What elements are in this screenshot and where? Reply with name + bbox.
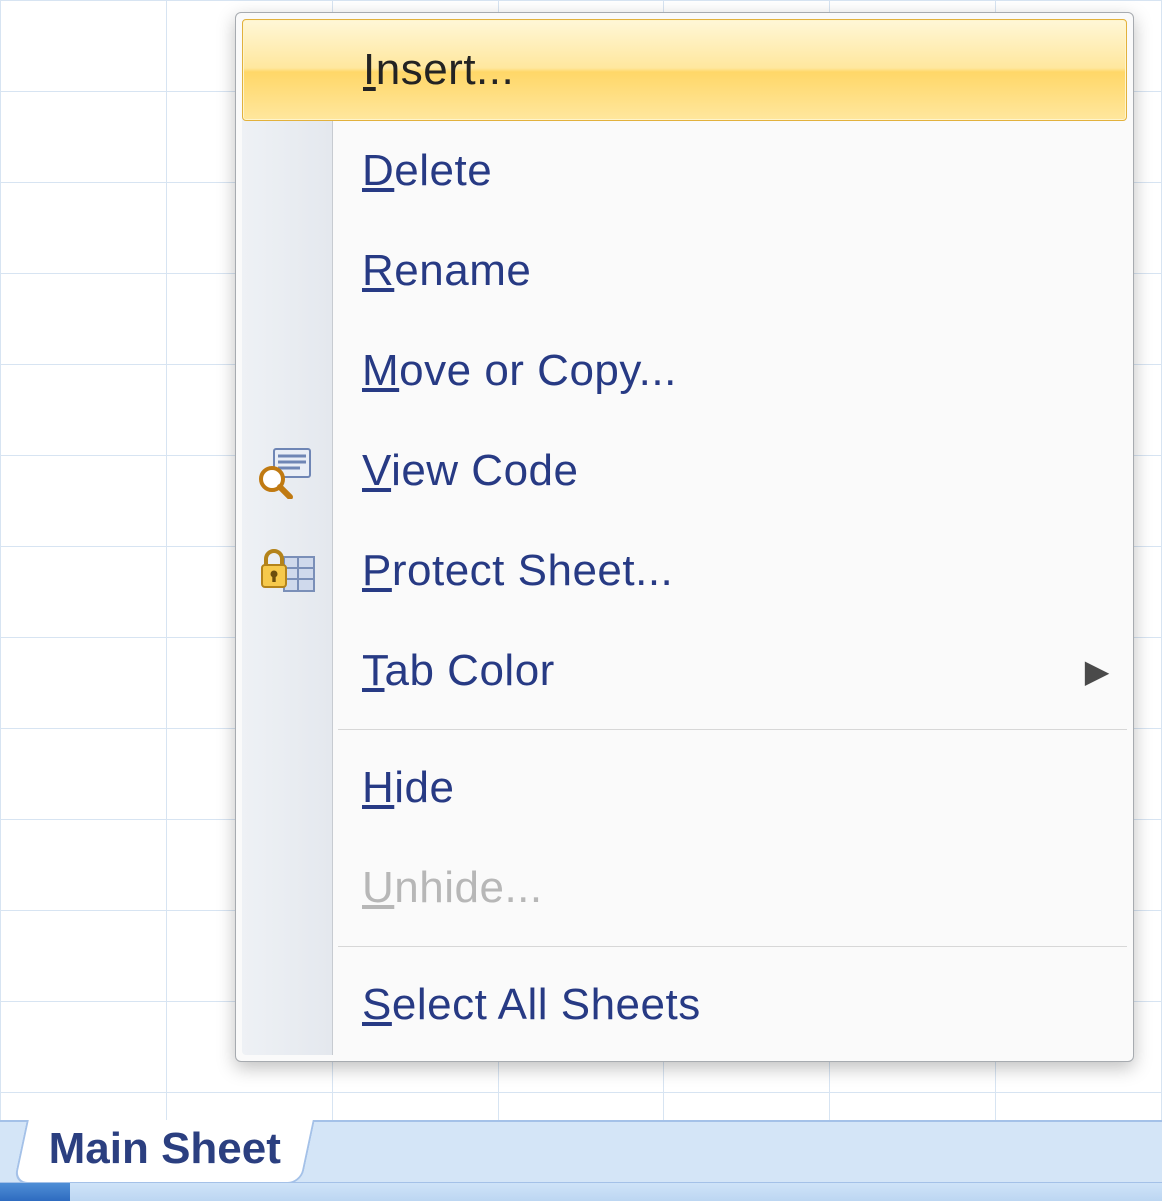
menu-item-label: Select All Sheets bbox=[332, 980, 1067, 1030]
menu-item-delete[interactable]: Delete bbox=[242, 121, 1127, 221]
menu-separator bbox=[338, 729, 1127, 730]
menu-item-label: Insert... bbox=[333, 45, 1066, 95]
menu-item-label: Protect Sheet... bbox=[332, 546, 1067, 596]
menu-item-hide[interactable]: Hide bbox=[242, 738, 1127, 838]
menu-item-unhide: Unhide... bbox=[242, 838, 1127, 938]
menu-item-label: Rename bbox=[332, 246, 1067, 296]
menu-item-move[interactable]: Move or Copy... bbox=[242, 321, 1127, 421]
sheet-tab-main[interactable]: Main Sheet bbox=[13, 1120, 315, 1184]
menu-item-label: Unhide... bbox=[332, 863, 1067, 913]
menu-item-selall[interactable]: Select All Sheets bbox=[242, 955, 1127, 1055]
protect-icon bbox=[242, 543, 332, 599]
status-bar bbox=[0, 1182, 1162, 1201]
menu-item-rename[interactable]: Rename bbox=[242, 221, 1127, 321]
menu-item-protect[interactable]: Protect Sheet... bbox=[242, 521, 1127, 621]
sheet-tab-bar: Main Sheet bbox=[0, 1120, 1162, 1184]
menu-item-viewcode[interactable]: View Code bbox=[242, 421, 1127, 521]
status-bar-accent bbox=[0, 1183, 70, 1201]
menu-item-label: Tab Color bbox=[332, 646, 1067, 696]
view-code-icon bbox=[242, 443, 332, 499]
menu-item-label: View Code bbox=[332, 446, 1067, 496]
menu-item-label: Delete bbox=[332, 146, 1067, 196]
menu-item-label: Move or Copy... bbox=[332, 346, 1067, 396]
sheet-tab-label: Main Sheet bbox=[49, 1120, 281, 1178]
submenu-arrow-icon: ▶ bbox=[1067, 652, 1127, 690]
sheet-context-menu: Insert... Delete Rename Move or Copy... View… bbox=[235, 12, 1134, 1062]
menu-item-insert[interactable]: Insert... bbox=[242, 19, 1127, 121]
menu-item-tabcolor[interactable]: Tab Color▶ bbox=[242, 621, 1127, 721]
menu-item-label: Hide bbox=[332, 763, 1067, 813]
menu-separator bbox=[338, 946, 1127, 947]
